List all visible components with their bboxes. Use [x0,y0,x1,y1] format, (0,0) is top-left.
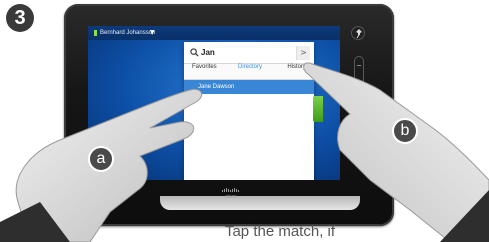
hand-label-a: a [88,146,114,172]
pin-button[interactable] [351,26,365,40]
status-indicator [94,30,97,36]
tab-favorites[interactable]: Favorites [192,64,217,80]
hand-label-b: b [392,118,418,144]
search-icon [190,48,199,57]
search-go-button[interactable]: > [296,46,310,60]
user-name[interactable]: Bernhard Johansson [100,28,155,38]
brand-logo: cisco [216,188,246,200]
step-number-badge: 3 [6,4,34,32]
search-field[interactable]: Jan > [184,42,314,64]
tab-directory[interactable]: Directory [238,64,262,80]
search-input[interactable]: Jan [201,47,215,59]
cisco-bars-icon [222,188,239,192]
pin-icon [356,29,362,38]
tab-bar: Favorites Directory History [184,64,314,80]
top-status-bar: Bernhard Johansson ▼ [88,26,340,40]
caption-text: Tap the match, if [224,223,336,240]
chevron-down-icon[interactable]: ▼ [150,28,155,38]
brand-name: cisco [225,194,237,200]
right-hand-image [303,62,489,242]
